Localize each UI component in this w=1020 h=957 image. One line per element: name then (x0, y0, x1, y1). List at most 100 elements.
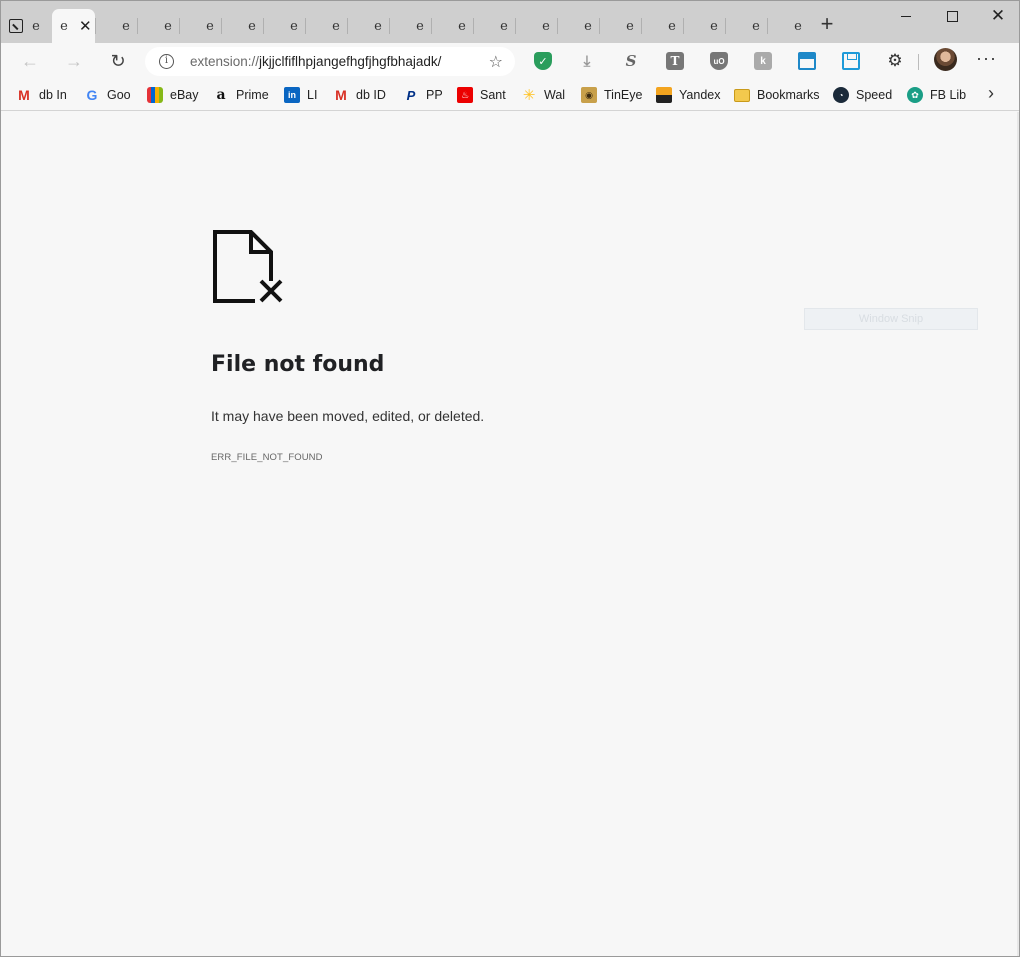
tab-label: e (710, 18, 718, 34)
tineye-icon: ◉ (581, 87, 597, 103)
bookmark-tineye[interactable]: ◉ TinEye (581, 85, 642, 105)
chevron-right-icon[interactable]: › (988, 83, 994, 104)
save-icon[interactable] (842, 52, 860, 70)
tab-label: e (32, 18, 40, 34)
tab-background[interactable]: e (137, 18, 179, 34)
bookmark-label: db In (39, 88, 67, 102)
bookmark-pp[interactable]: P PP (403, 85, 443, 105)
s-icon[interactable]: S (622, 52, 640, 70)
tab-extension[interactable]: e (9, 9, 53, 43)
tab-background[interactable]: e (557, 18, 599, 34)
bookmark-label: Sant (480, 88, 506, 102)
k-icon[interactable]: k (754, 52, 772, 70)
bookmark-label: eBay (170, 88, 199, 102)
bookmark-li[interactable]: in LI (284, 85, 317, 105)
close-window-button[interactable]: ✕ (975, 1, 1020, 31)
tab-background[interactable]: e (767, 18, 809, 34)
tab-label: e (626, 18, 634, 34)
address-bar[interactable]: i extension://jkjjclfiflhpjangefhgfjhgfb… (145, 47, 515, 76)
tab-label: e (206, 18, 214, 34)
bookmark-wal[interactable]: ✳ Wal (521, 85, 565, 105)
puzzle-icon[interactable]: ⚙ (886, 51, 904, 70)
bookmark-ebay[interactable]: eBay (147, 85, 199, 105)
more-menu-icon[interactable]: ··· (976, 48, 997, 69)
maximize-button[interactable] (929, 1, 975, 31)
tab-label: e (584, 18, 592, 34)
tab-label: e (290, 18, 298, 34)
bookmark-label: PP (426, 88, 443, 102)
bookmark-db-in[interactable]: Mdb In (16, 85, 67, 105)
bookmark-prime[interactable]: a Prime (213, 85, 269, 105)
scrollbar[interactable] (1017, 112, 1019, 956)
site-info-icon[interactable]: i (159, 54, 174, 69)
back-arrow-icon: ← (21, 50, 39, 71)
avatar[interactable] (934, 48, 957, 71)
bookmark-label: Yandex (679, 88, 721, 102)
bookmark-label: Speed (856, 88, 893, 102)
extension-page-icon (9, 19, 23, 33)
tab-label: e (458, 18, 466, 34)
santander-icon: ♨ (457, 87, 473, 103)
tab-background[interactable]: e (179, 18, 221, 34)
tab-label: e (794, 18, 802, 34)
tab-background[interactable]: e (641, 18, 683, 34)
bookmark-label: db ID (356, 88, 386, 102)
bookmark-yandex[interactable]: Yandex (656, 85, 720, 105)
bookmark-label: Prime (236, 88, 269, 102)
tab-background[interactable]: e (599, 18, 641, 34)
download-icon[interactable]: ⤓ (578, 52, 596, 70)
tab-background[interactable]: e (305, 18, 347, 34)
bookmark-fb-lib[interactable]: ✿ FB Lib (907, 85, 966, 105)
bookmark-label: FB Lib (930, 88, 967, 102)
close-icon: ✕ (990, 6, 1006, 25)
tab-label: e (248, 18, 256, 34)
bookmark-goo[interactable]: G Goo (84, 85, 131, 105)
tab-label: e (500, 18, 508, 34)
new-tab-button[interactable]: + (815, 13, 839, 37)
tab-background[interactable]: e (473, 18, 515, 34)
url-text[interactable]: extension://jkjjclfiflhpjangefhgfjhgfbha… (190, 54, 441, 69)
gmail-icon: M (335, 87, 347, 103)
tab-background[interactable]: e (431, 18, 473, 34)
file-not-found-icon (213, 230, 283, 303)
toolbar-divider (918, 54, 919, 70)
tab-background[interactable]: e (389, 18, 431, 34)
refresh-icon: ↻ (110, 50, 126, 71)
minimize-button[interactable] (883, 1, 929, 31)
bookmark-folder[interactable]: Bookmarks (734, 85, 820, 105)
tab-background[interactable]: e (683, 18, 725, 34)
refresh-button[interactable]: ↻ (102, 47, 134, 75)
window-snip-icon[interactable] (798, 52, 816, 70)
t-icon[interactable]: T (666, 52, 684, 70)
bookmarks-bar: Mdb In G Goo eBay a Prime in LI Mdb ID P PP … (1, 79, 1019, 111)
ebay-icon (147, 87, 163, 103)
tab-label: e (752, 18, 760, 34)
bookmark-speed[interactable]: ◔ Speed (833, 85, 892, 105)
forward-button[interactable]: → (58, 47, 90, 75)
tab-label: e (416, 18, 424, 34)
tab-label: e (332, 18, 340, 34)
tab-background[interactable]: e (95, 18, 137, 34)
folder-icon (734, 88, 750, 102)
bookmark-db-id[interactable]: Mdb ID (333, 85, 386, 105)
url-scheme: extension:// (190, 54, 260, 69)
walmart-icon: ✳ (522, 87, 536, 104)
linkedin-icon: in (284, 87, 300, 103)
tab-background[interactable]: e (347, 18, 389, 34)
tab-active[interactable]: e ✕ (52, 9, 95, 43)
tab-background[interactable]: e (263, 18, 305, 34)
bookmark-sant[interactable]: ♨ Sant (457, 85, 506, 105)
tab-close-icon[interactable]: ✕ (79, 17, 92, 35)
ublock-icon[interactable]: uO (710, 52, 728, 70)
speed-icon: ◔ (833, 87, 849, 103)
tab-background[interactable]: e (725, 18, 767, 34)
tab-background[interactable]: e (221, 18, 263, 34)
error-description: It may have been moved, edited, or delet… (211, 408, 485, 424)
shield-icon[interactable]: ✓ (534, 52, 552, 70)
paypal-icon: P (406, 87, 416, 103)
tab-background[interactable]: e (515, 18, 557, 34)
add-favorite-icon[interactable]: ☆ (489, 52, 503, 72)
minimize-icon (901, 15, 911, 17)
back-button[interactable]: ← (14, 47, 46, 75)
tab-label: e (164, 18, 172, 34)
